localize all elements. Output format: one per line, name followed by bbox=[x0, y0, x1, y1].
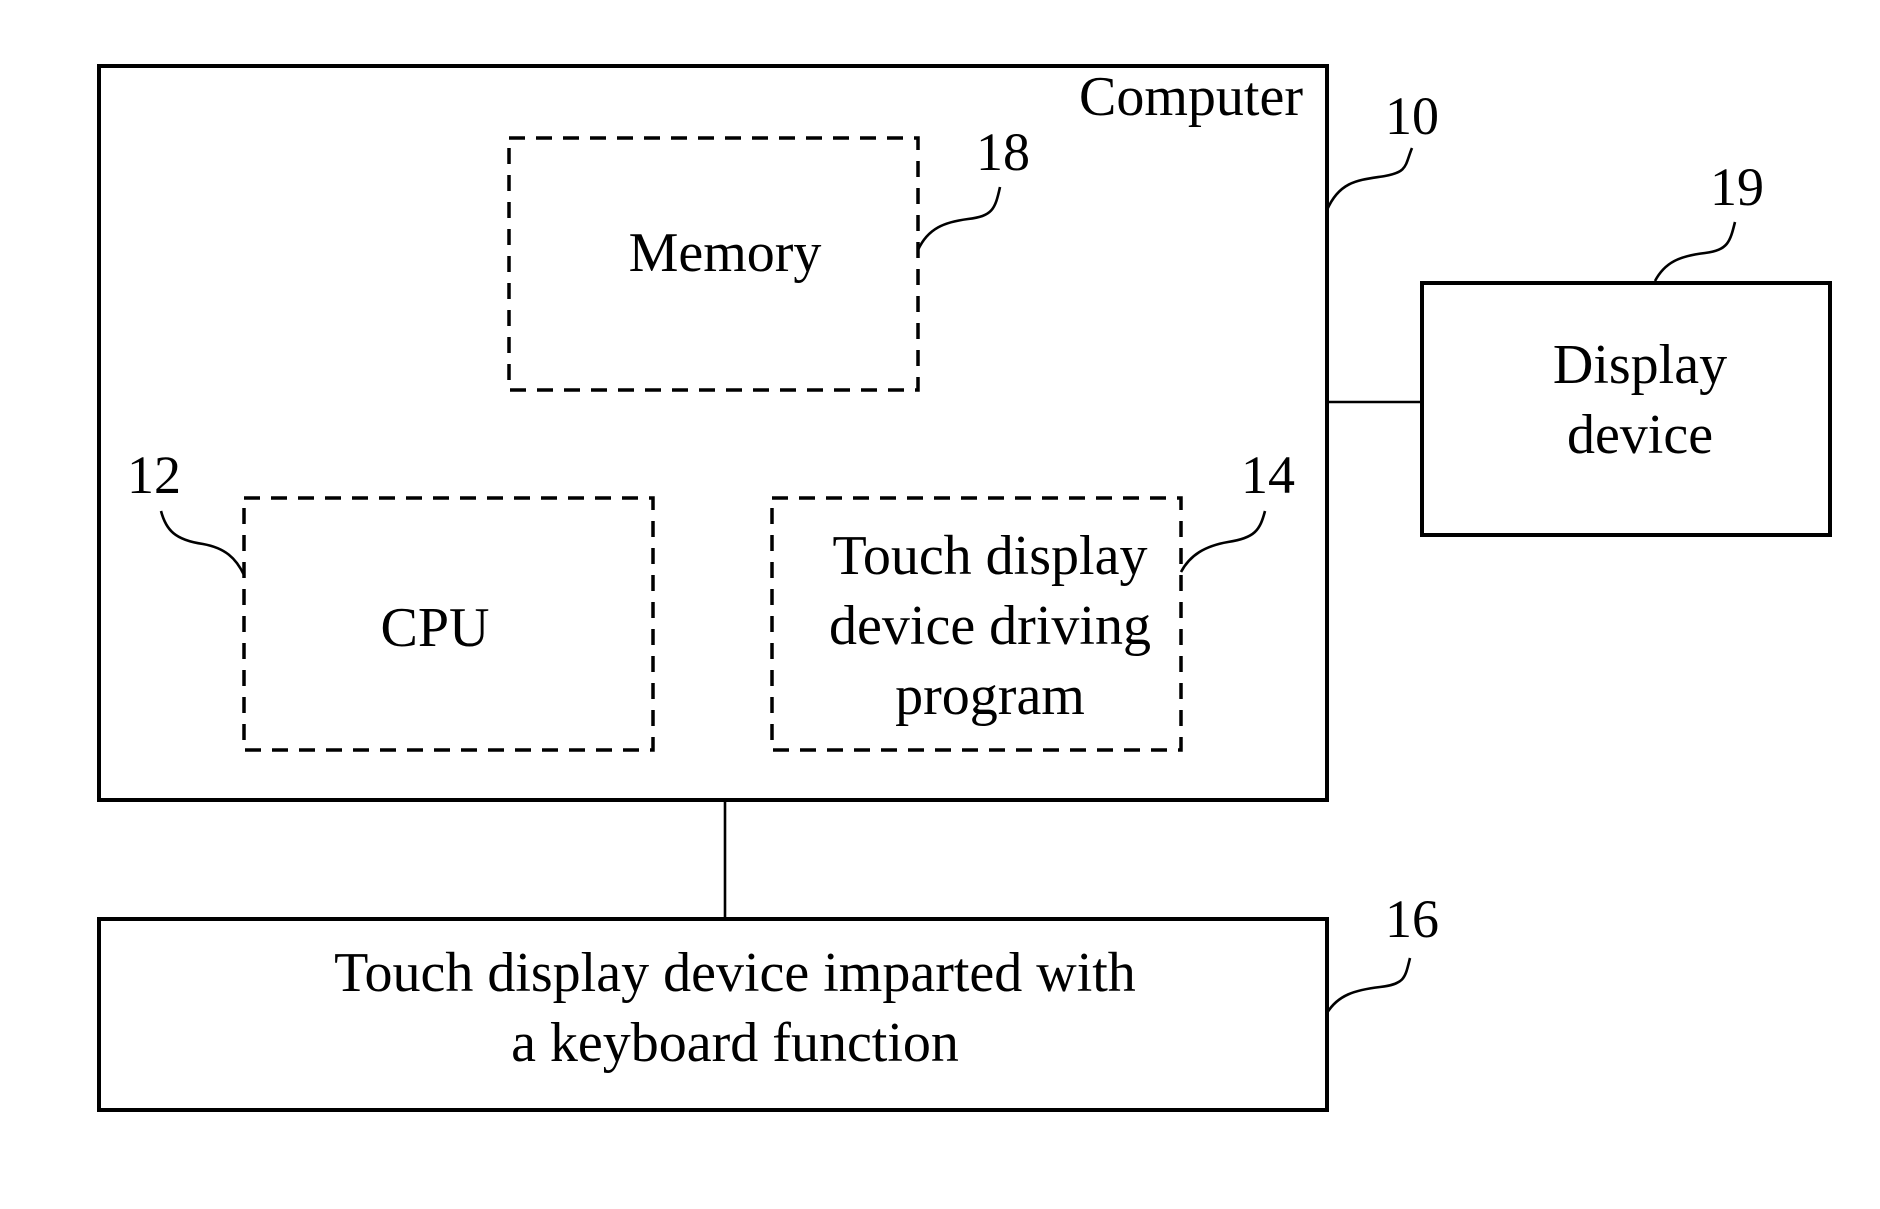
display-device-box: Display device bbox=[1420, 281, 1832, 537]
ref-number-19: 19 bbox=[1710, 157, 1764, 217]
driver-label-line-2: device driving bbox=[829, 595, 1151, 657]
driver-label-line-1: Touch display bbox=[833, 525, 1148, 587]
ref-leader-18 bbox=[916, 186, 1002, 251]
display-label-line-2: device bbox=[1567, 404, 1713, 466]
ref-leader-16 bbox=[1325, 957, 1412, 1014]
ref-leader-19 bbox=[1653, 221, 1737, 282]
touch-device-label-line-1: Touch display device imparted with bbox=[334, 942, 1136, 1004]
computer-box: Computer bbox=[97, 64, 1329, 802]
touch-device-label-line-2: a keyboard function bbox=[511, 1012, 959, 1074]
ref-leader-10 bbox=[1325, 147, 1414, 211]
cpu-label-text: CPU bbox=[381, 597, 490, 659]
driver-label-line-3: program bbox=[895, 665, 1085, 727]
ref-leader-14 bbox=[1179, 510, 1267, 573]
memory-label: Memory bbox=[629, 222, 822, 284]
display-label-line-1: Display bbox=[1553, 334, 1727, 396]
ref-number-14: 14 bbox=[1241, 445, 1295, 505]
block-diagram: Computer 10 Memory 18 12 CPU 12 Touch di… bbox=[97, 64, 1832, 1112]
memory-box: Memory bbox=[507, 136, 920, 392]
driver-program-box: Touch display device driving program bbox=[770, 496, 1183, 752]
computer-label: Computer bbox=[1079, 66, 1303, 128]
ref-number-18: 18 bbox=[976, 122, 1030, 182]
ref-number-16: 16 bbox=[1385, 889, 1439, 949]
ref-leader-12 bbox=[159, 510, 246, 576]
ref-number-10: 10 bbox=[1385, 86, 1439, 146]
touch-device-box: Touch display device imparted with a key… bbox=[97, 917, 1329, 1112]
ref-number-12: 12 bbox=[127, 445, 181, 505]
cpu-box: 12 CPU bbox=[242, 496, 655, 752]
